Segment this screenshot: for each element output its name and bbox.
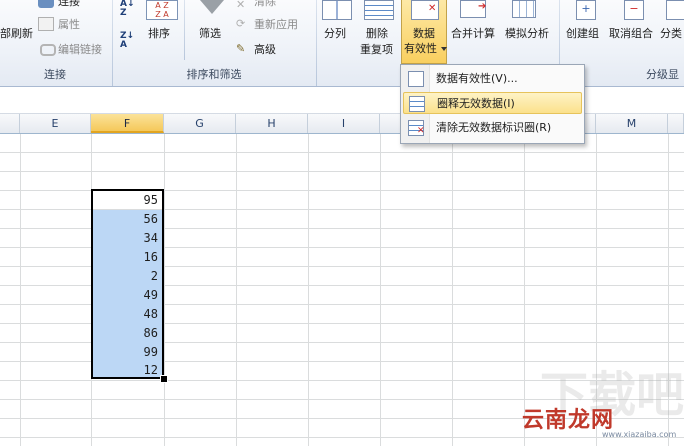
data-validation-label-1: 数据 (413, 27, 435, 40)
edit-links-icon (40, 44, 56, 56)
column-header-g[interactable]: G (164, 114, 236, 133)
validation-x-icon: ✕ (428, 3, 437, 14)
remove-duplicates-icon (364, 0, 394, 20)
data-validation-button[interactable]: ✕ 数据 有效性 (401, 0, 447, 64)
sort-button[interactable]: 排序 (148, 26, 170, 41)
properties-button[interactable]: 属性 (58, 17, 80, 32)
subtotal-icon (666, 0, 684, 20)
fill-handle[interactable] (160, 375, 168, 383)
sort-dialog-icon: A ZZ A (146, 0, 178, 20)
sort-za-icon[interactable]: Z↓ A (120, 32, 138, 50)
remove-duplicates-line2[interactable]: 重复项 (360, 42, 393, 57)
advanced-button[interactable]: 高级 (254, 42, 276, 57)
dropdown-arrow-icon (441, 47, 447, 51)
ungroup-icon: − (624, 0, 644, 20)
sort-az-icon[interactable]: A↓ Z (120, 0, 138, 18)
watermark-url: www.xiazaiba.com (602, 430, 677, 439)
column-header-h[interactable]: H (236, 114, 308, 133)
connections-icon (38, 0, 54, 8)
what-if-analysis-button[interactable]: 模拟分析 (505, 26, 549, 41)
data-validation-label-2: 有效性 (404, 42, 437, 55)
column-header-left[interactable] (0, 114, 20, 133)
text-to-columns-icon (322, 0, 352, 20)
column-header-m[interactable]: M (596, 114, 668, 133)
consolidate-button[interactable]: 合并计算 (451, 26, 495, 41)
connections-button[interactable]: 连接 (58, 0, 80, 9)
data-validation-dropdown: 数据有效性(V)... 圈释无效数据(I) ✕ 清除无效数据标识圈(R) (400, 64, 585, 144)
column-header-i[interactable]: I (308, 114, 380, 133)
group-label-outline: 分级显 (646, 68, 679, 81)
refresh-all-button[interactable]: 部刷新 (0, 26, 33, 41)
clear-button[interactable]: 清除 (254, 0, 276, 9)
ungroup-button[interactable]: 取消组合 (609, 26, 653, 41)
remove-duplicates-line1[interactable]: 删除 (366, 26, 388, 41)
reapply-button[interactable]: 重新应用 (254, 17, 298, 32)
properties-icon (38, 17, 54, 31)
watermark-logo: 云南龙网 (522, 407, 615, 433)
text-to-columns-button[interactable]: 分列 (324, 26, 346, 41)
column-header-f[interactable]: F (91, 114, 164, 133)
advanced-filter-icon: ✎ (236, 42, 246, 55)
filter-button[interactable]: 筛选 (199, 26, 221, 41)
menu-item-circle-invalid[interactable]: 圈释无效数据(I) (403, 92, 582, 114)
group-icon: + (576, 0, 596, 20)
column-header-n[interactable] (668, 114, 684, 133)
selection-range (91, 189, 164, 379)
filter-funnel-icon (200, 0, 224, 14)
edit-links-button[interactable]: 编辑链接 (58, 42, 102, 57)
data-validation-icon (408, 71, 424, 87)
group-label-sort-filter: 排序和筛选 (186, 68, 242, 81)
reapply-icon: ⟳ (236, 17, 246, 30)
column-header-e[interactable]: E (20, 114, 91, 133)
group-label-connections: 连接 (44, 68, 66, 81)
create-group-button[interactable]: 创建组 (566, 26, 599, 41)
what-if-icon (512, 0, 536, 18)
subtotal-button[interactable]: 分类 (660, 26, 682, 41)
consolidate-arrow-icon: ➔ (478, 1, 487, 12)
clear-x-icon: ✕ (417, 126, 425, 136)
circle-invalid-icon (409, 96, 425, 112)
menu-item-clear-circles[interactable]: ✕ 清除无效数据标识圈(R) (403, 117, 582, 139)
menu-item-data-validation[interactable]: 数据有效性(V)... (403, 68, 582, 90)
clear-filter-icon: ✕ (236, 0, 246, 11)
